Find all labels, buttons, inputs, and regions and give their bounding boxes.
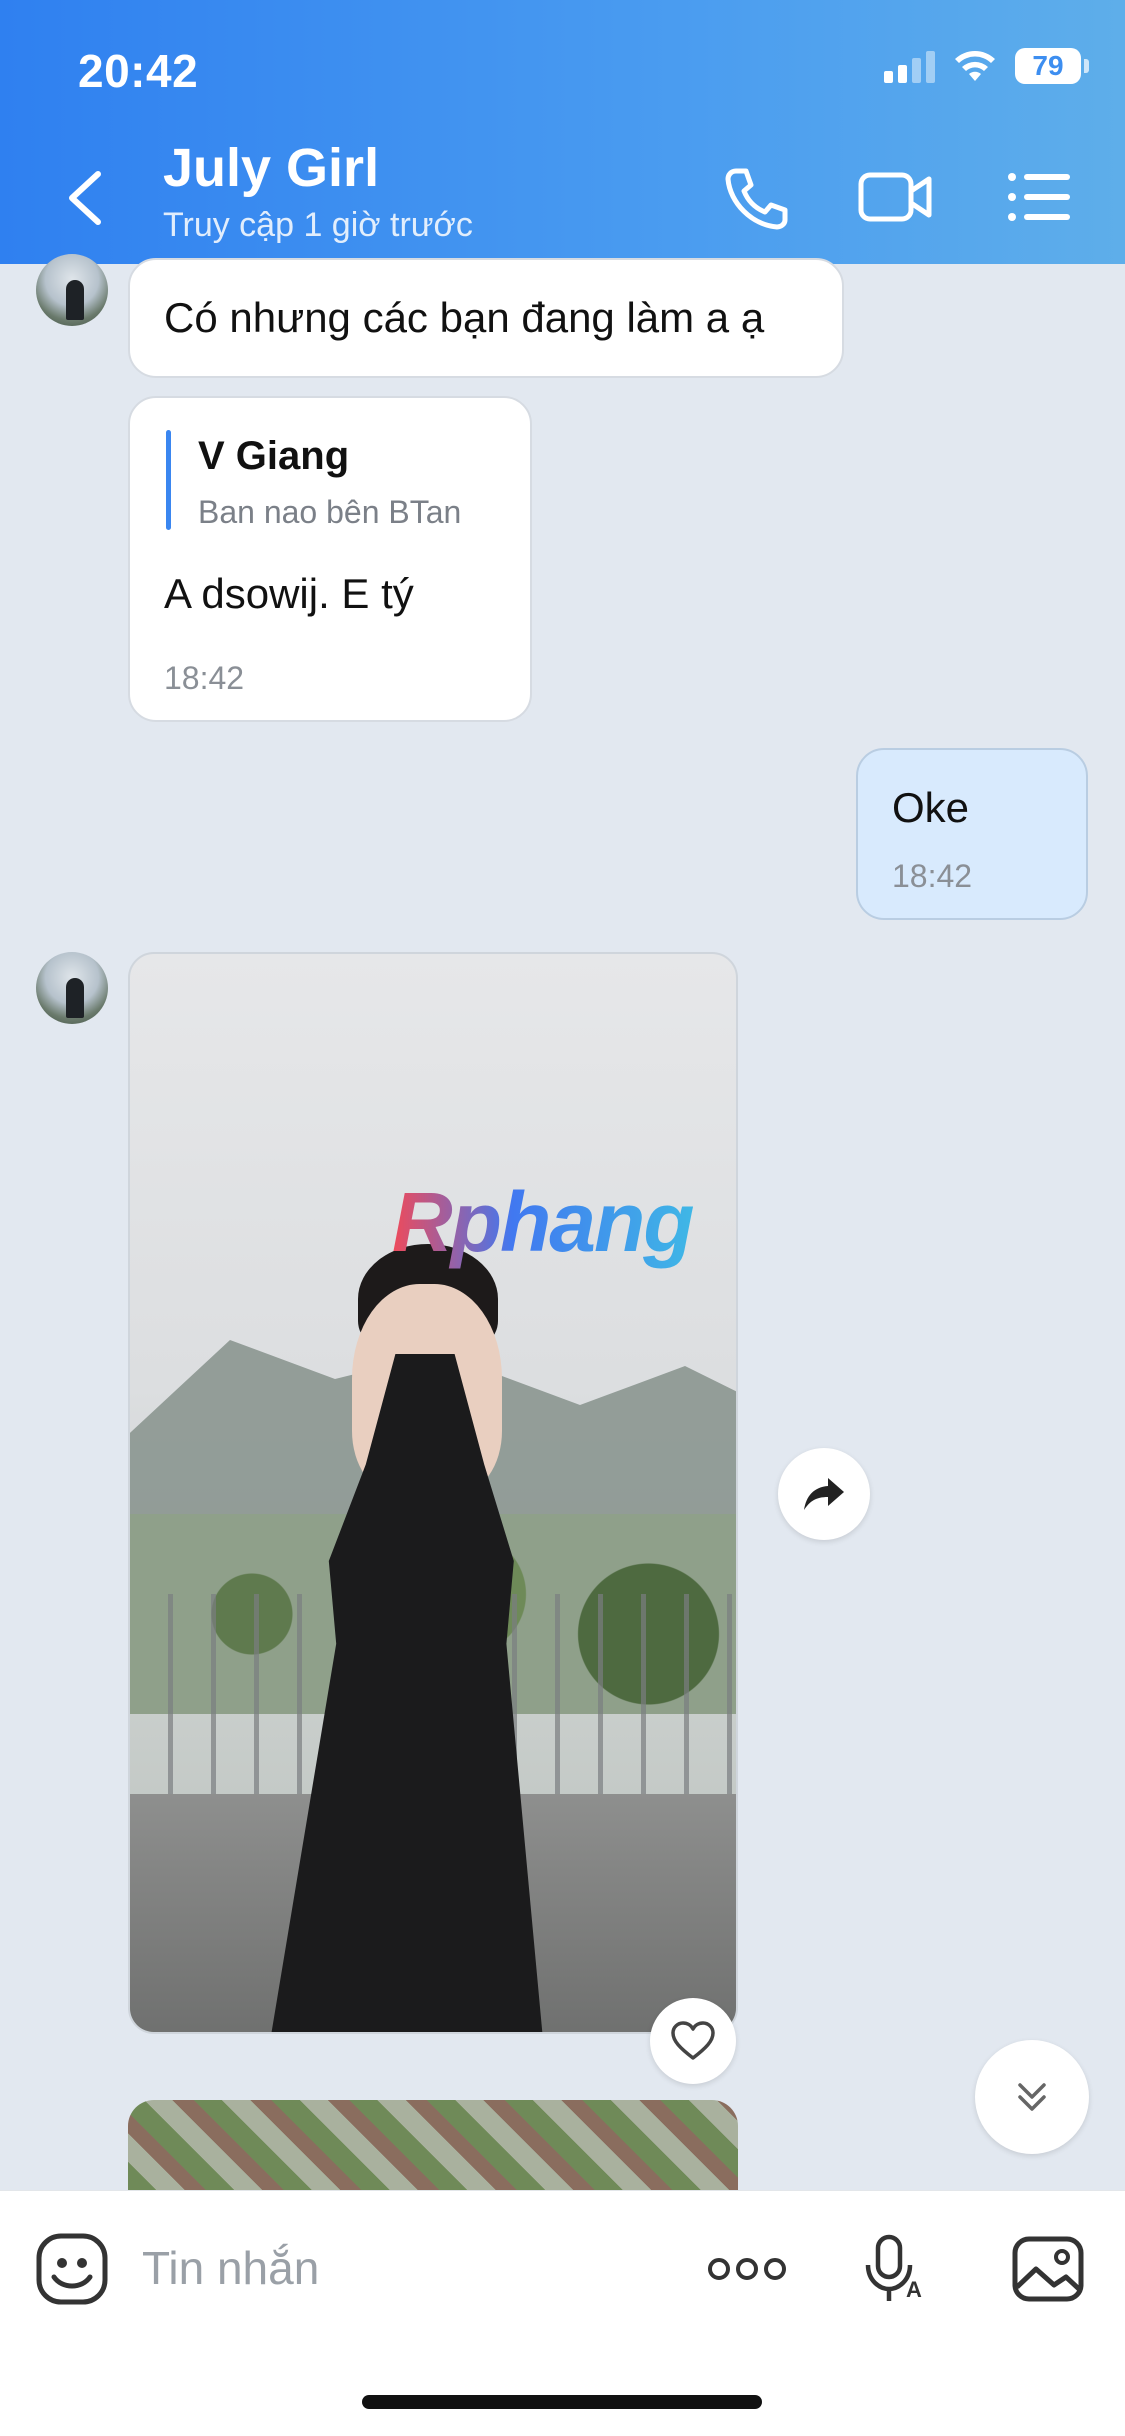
video-call-icon[interactable] (857, 165, 933, 230)
incoming-reply-message[interactable]: V Giang Ban nao bên BTan A dsowij. E tý … (128, 396, 532, 722)
more-icon[interactable] (706, 2231, 788, 2307)
image-icon[interactable] (1010, 2231, 1086, 2307)
svg-text:A: A (906, 2277, 922, 2302)
photo-message-partial[interactable] (128, 2100, 738, 2190)
contact-avatar[interactable] (36, 254, 108, 326)
like-button[interactable] (650, 1998, 736, 2084)
scroll-to-bottom-button[interactable] (975, 2040, 1089, 2154)
message-time: 18:42 (892, 858, 973, 894)
incoming-message[interactable]: Có nhưng các bạn đang làm a ạ (128, 258, 844, 378)
status-icons: 79 (884, 48, 1089, 84)
last-seen-status: Truy cập 1 giờ trước (163, 206, 473, 244)
quoted-author: V Giang (198, 434, 350, 478)
wifi-icon (955, 51, 995, 81)
home-indicator (362, 2395, 762, 2409)
sticker-icon[interactable] (34, 2231, 110, 2307)
share-forward-button[interactable] (778, 1448, 870, 1540)
back-icon[interactable] (60, 168, 110, 228)
message-text: Oke (892, 784, 970, 831)
photo-watermark: Rphang (392, 1175, 695, 1269)
chat-title-block[interactable]: July Girl Truy cập 1 giờ trước (163, 138, 473, 245)
voice-icon[interactable]: A (858, 2231, 934, 2307)
outgoing-message[interactable]: Oke 18:42 (856, 748, 1088, 920)
chat-header: 20:42 79 July Girl Truy cập 1 giờ trước (0, 0, 1125, 264)
contact-name: July Girl (163, 138, 380, 198)
menu-list-icon[interactable] (1004, 165, 1074, 230)
battery-icon: 79 (1015, 48, 1089, 84)
heart-icon (671, 2021, 715, 2060)
quote-bar (166, 430, 171, 530)
contact-avatar[interactable] (36, 952, 108, 1024)
quoted-text: Ban nao bên BTan (198, 494, 462, 530)
status-time: 20:42 (78, 45, 199, 97)
scroll-down-icon (1018, 2083, 1046, 2111)
message-time: 18:42 (164, 660, 245, 696)
signal-icon (884, 49, 935, 83)
share-forward-icon (804, 1478, 844, 1510)
phone-icon[interactable] (722, 165, 792, 230)
photo-message[interactable]: Rphang (128, 952, 738, 2034)
message-text: Có nhưng các bạn đang làm a ạ (164, 294, 765, 341)
message-input[interactable]: Tin nhắn (142, 2241, 319, 2295)
message-text: A dsowij. E tý (164, 570, 414, 617)
